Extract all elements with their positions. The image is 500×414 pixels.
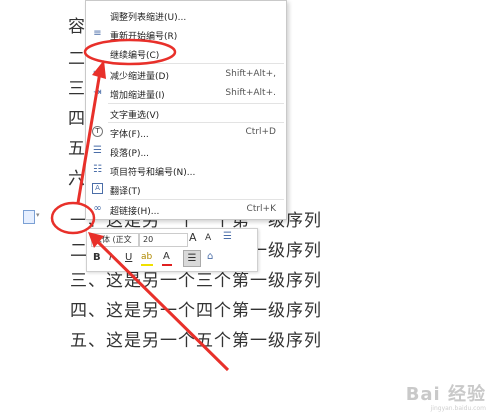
doc-left-char: 五 [68, 139, 86, 159]
translate-icon: A [92, 183, 103, 194]
menu-item-label: 减少缩进量(D) [110, 72, 169, 82]
doc-partial-text: 容 [68, 17, 86, 37]
align-button[interactable]: ☰ [183, 250, 201, 267]
menu-shortcut: Shift+Alt+, [225, 69, 276, 79]
menu-item-increase-indent[interactable]: ⇥ 增加缩进量(I) Shift+Alt+. [86, 84, 286, 102]
paragraph-icon: ☰ [93, 145, 102, 156]
restart-numbering-icon: ≡ [93, 28, 102, 39]
line-spacing-icon[interactable]: ☰ [223, 231, 232, 242]
increase-indent-icon: ⇥ [93, 87, 102, 98]
menu-item-adjust-indent[interactable]: 调整列表缩进(U)... [86, 6, 286, 24]
font-icon: T [92, 126, 103, 137]
doc-left-char: 三 [68, 79, 86, 99]
watermark-url: jingyan.baidu.com [430, 405, 486, 412]
menu-shortcut: Ctrl+K [246, 204, 276, 214]
shrink-font-button[interactable]: A [205, 233, 211, 243]
font-size-select[interactable]: 20 [139, 233, 188, 247]
menu-item-bullets-numbering[interactable]: ☷ 项目符号和编号(N)... [86, 161, 286, 179]
menu-item-label: 文字重选(V) [110, 111, 160, 121]
menu-item-continue-numbering[interactable]: 继续编号(C) [86, 44, 286, 62]
italic-button[interactable]: I [109, 252, 112, 263]
underline-button[interactable]: U [125, 252, 132, 263]
doc-left-char: 六 [68, 169, 86, 189]
menu-item-label: 超链接(H)... [110, 207, 160, 217]
decrease-indent-icon: ⇤ [93, 68, 102, 79]
menu-item-label: 项目符号和编号(N)... [110, 168, 196, 178]
menu-item-decrease-indent[interactable]: ⇤ 减少缩进量(D) Shift+Alt+, [86, 65, 286, 83]
menu-item-hyperlink[interactable]: ∞ 超链接(H)... Ctrl+K [86, 200, 286, 218]
menu-item-label: 字体(F)... [110, 130, 149, 140]
chevron-down-icon[interactable]: ▾ [36, 211, 40, 219]
context-menu: 调整列表缩进(U)... ≡ 重新开始编号(R) 继续编号(C) ⇤ 减少缩进量… [85, 0, 287, 220]
watermark-logo: Bai 经验 [405, 384, 486, 405]
menu-item-label: 增加缩进量(I) [110, 91, 165, 101]
menu-item-translate[interactable]: A 翻译(T) [86, 180, 286, 198]
highlight-icon[interactable]: ab [141, 252, 152, 262]
font-color-bar [162, 264, 172, 266]
bold-button[interactable]: B [93, 252, 101, 263]
font-name-select[interactable]: 宋体 (正文 [91, 233, 139, 247]
menu-item-label: 段落(P)... [110, 149, 150, 159]
menu-item-reselect-text[interactable]: 文字重选(V) [86, 104, 286, 122]
highlight-color-bar [141, 264, 153, 266]
menu-item-restart-numbering[interactable]: ≡ 重新开始编号(R) [86, 25, 286, 43]
grow-font-button[interactable]: A [189, 231, 197, 244]
menu-item-font[interactable]: T 字体(F)... Ctrl+D [86, 123, 286, 141]
menu-item-label: 调整列表缩进(U)... [110, 13, 187, 23]
doc-left-char: 二 [68, 49, 86, 69]
hyperlink-icon: ∞ [93, 203, 102, 214]
format-painter-icon[interactable]: ⌂ [207, 251, 213, 262]
menu-shortcut: Ctrl+D [245, 127, 277, 137]
menu-item-label: 重新开始编号(R) [110, 32, 178, 42]
mini-toolbar: 宋体 (正文 20 A A ☰ B I U ab A ☰ ⌂ [86, 228, 258, 272]
menu-item-label: 翻译(T) [110, 187, 141, 197]
paste-options-icon[interactable] [23, 210, 35, 224]
font-color-button[interactable]: A [163, 251, 170, 262]
menu-separator [108, 63, 284, 64]
list-line: 五、这是另一个五个第一级序列 [70, 331, 322, 351]
menu-item-label: 继续编号(C) [110, 51, 160, 61]
menu-item-paragraph[interactable]: ☰ 段落(P)... [86, 142, 286, 160]
menu-shortcut: Shift+Alt+. [225, 88, 276, 98]
doc-left-char: 四 [68, 109, 86, 129]
list-line: 四、这是另一个四个第一级序列 [70, 301, 322, 321]
bullets-numbering-icon: ☷ [93, 164, 102, 175]
